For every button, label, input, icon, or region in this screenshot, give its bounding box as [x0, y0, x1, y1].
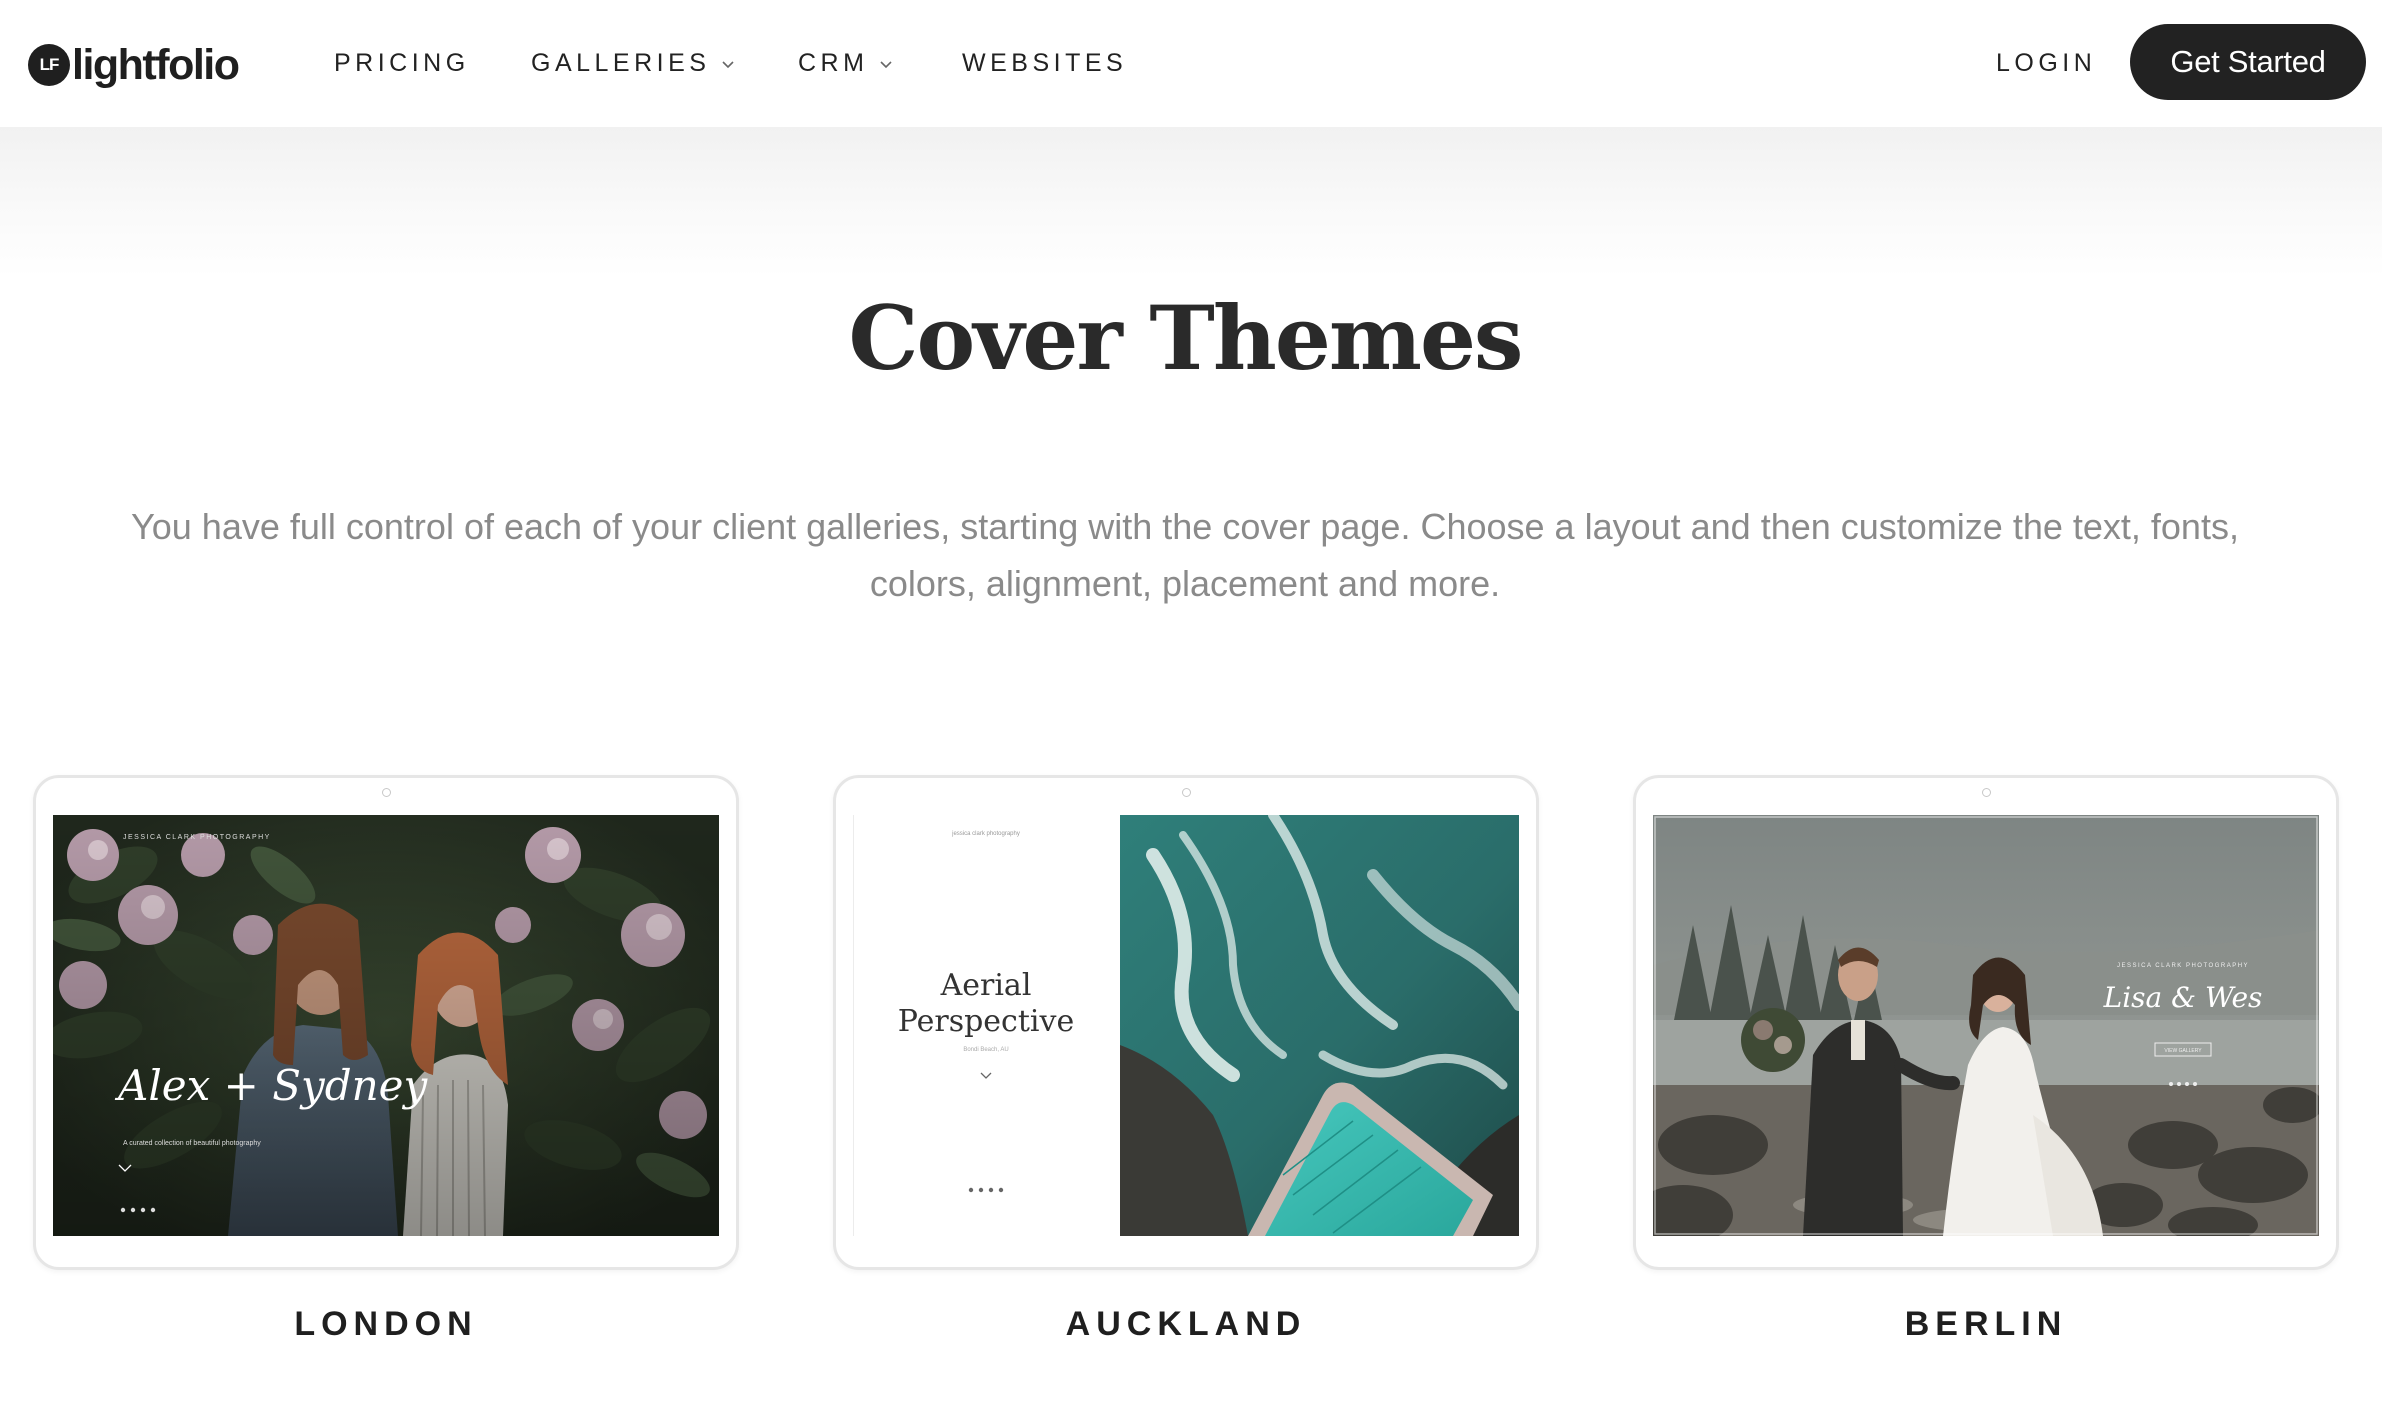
theme-label-london[interactable]: LONDON	[33, 1305, 739, 1344]
nav-pricing-label: PRICING	[334, 49, 470, 77]
theme-label-berlin[interactable]: BERLIN	[1633, 1305, 2339, 1344]
theme-preview-auckland: jessica clark photography Aerial Perspec…	[853, 815, 1519, 1236]
nav-pricing[interactable]: PRICING	[334, 0, 470, 127]
camera-dot	[1182, 788, 1191, 797]
theme-card-auckland[interactable]: jessica clark photography Aerial Perspec…	[833, 775, 1539, 1270]
page-title: Cover Themes	[848, 286, 1524, 390]
theme-preview-london: JESSICA CLARK PHOTOGRAPHY Alex + Sydney …	[53, 815, 719, 1236]
page-description: You have full control of each of your cl…	[131, 506, 2239, 604]
svg-text:A curated collection of beauti: A curated collection of beautiful photog…	[123, 1140, 261, 1147]
logo-mark-icon: LF	[28, 44, 70, 86]
theme-card-london[interactable]: JESSICA CLARK PHOTOGRAPHY Alex + Sydney …	[33, 775, 739, 1270]
svg-text:Alex + Sydney: Alex + Sydney	[114, 1061, 428, 1110]
camera-dot	[382, 788, 391, 797]
theme-label-auckland[interactable]: AUCKLAND	[833, 1305, 1539, 1344]
svg-text:VIEW GALLERY: VIEW GALLERY	[2164, 1048, 2202, 1054]
svg-text:Lisa & Wes: Lisa & Wes	[2103, 981, 2263, 1014]
chevron-down-icon	[720, 56, 736, 72]
login-link[interactable]: LOGIN	[1996, 0, 2096, 127]
svg-text:jessica clark photography: jessica clark photography	[951, 831, 1020, 837]
svg-text:JESSICA CLARK PHOTOGRAPHY: JESSICA CLARK PHOTOGRAPHY	[123, 834, 271, 841]
logo[interactable]: LF lightfolio	[28, 38, 240, 92]
theme-preview-berlin: JESSICA CLARK PHOTOGRAPHY Lisa & Wes VIE…	[1653, 815, 2319, 1236]
auckland-preview-image: jessica clark photography Aerial Perspec…	[853, 815, 1519, 1236]
svg-text:Perspective: Perspective	[898, 1004, 1074, 1039]
nav-crm[interactable]: CRM	[798, 0, 894, 127]
chevron-down-icon	[878, 56, 894, 72]
nav-websites-label: WEBSITES	[962, 49, 1128, 77]
nav-galleries-label: GALLERIES	[531, 49, 711, 77]
site-header: LF lightfolio PRICING GALLERIES CRM WEBS…	[0, 0, 2382, 127]
theme-card-berlin[interactable]: JESSICA CLARK PHOTOGRAPHY Lisa & Wes VIE…	[1633, 775, 2339, 1270]
berlin-preview-image: JESSICA CLARK PHOTOGRAPHY Lisa & Wes VIE…	[1653, 815, 2319, 1236]
london-preview-image: JESSICA CLARK PHOTOGRAPHY Alex + Sydney …	[53, 815, 719, 1236]
get-started-button[interactable]: Get Started	[2130, 24, 2366, 100]
nav-galleries[interactable]: GALLERIES	[531, 0, 736, 127]
logo-wordmark: lightfolio	[72, 40, 240, 89]
svg-text:Bondi Beach, AU: Bondi Beach, AU	[963, 1047, 1008, 1053]
svg-text:JESSICA CLARK PHOTOGRAPHY: JESSICA CLARK PHOTOGRAPHY	[2117, 963, 2249, 969]
nav-websites[interactable]: WEBSITES	[962, 0, 1127, 127]
header-shadow-band	[0, 127, 2382, 277]
camera-dot	[1982, 788, 1991, 797]
nav-crm-label: CRM	[798, 49, 869, 77]
svg-text:Aerial: Aerial	[940, 968, 1032, 1003]
